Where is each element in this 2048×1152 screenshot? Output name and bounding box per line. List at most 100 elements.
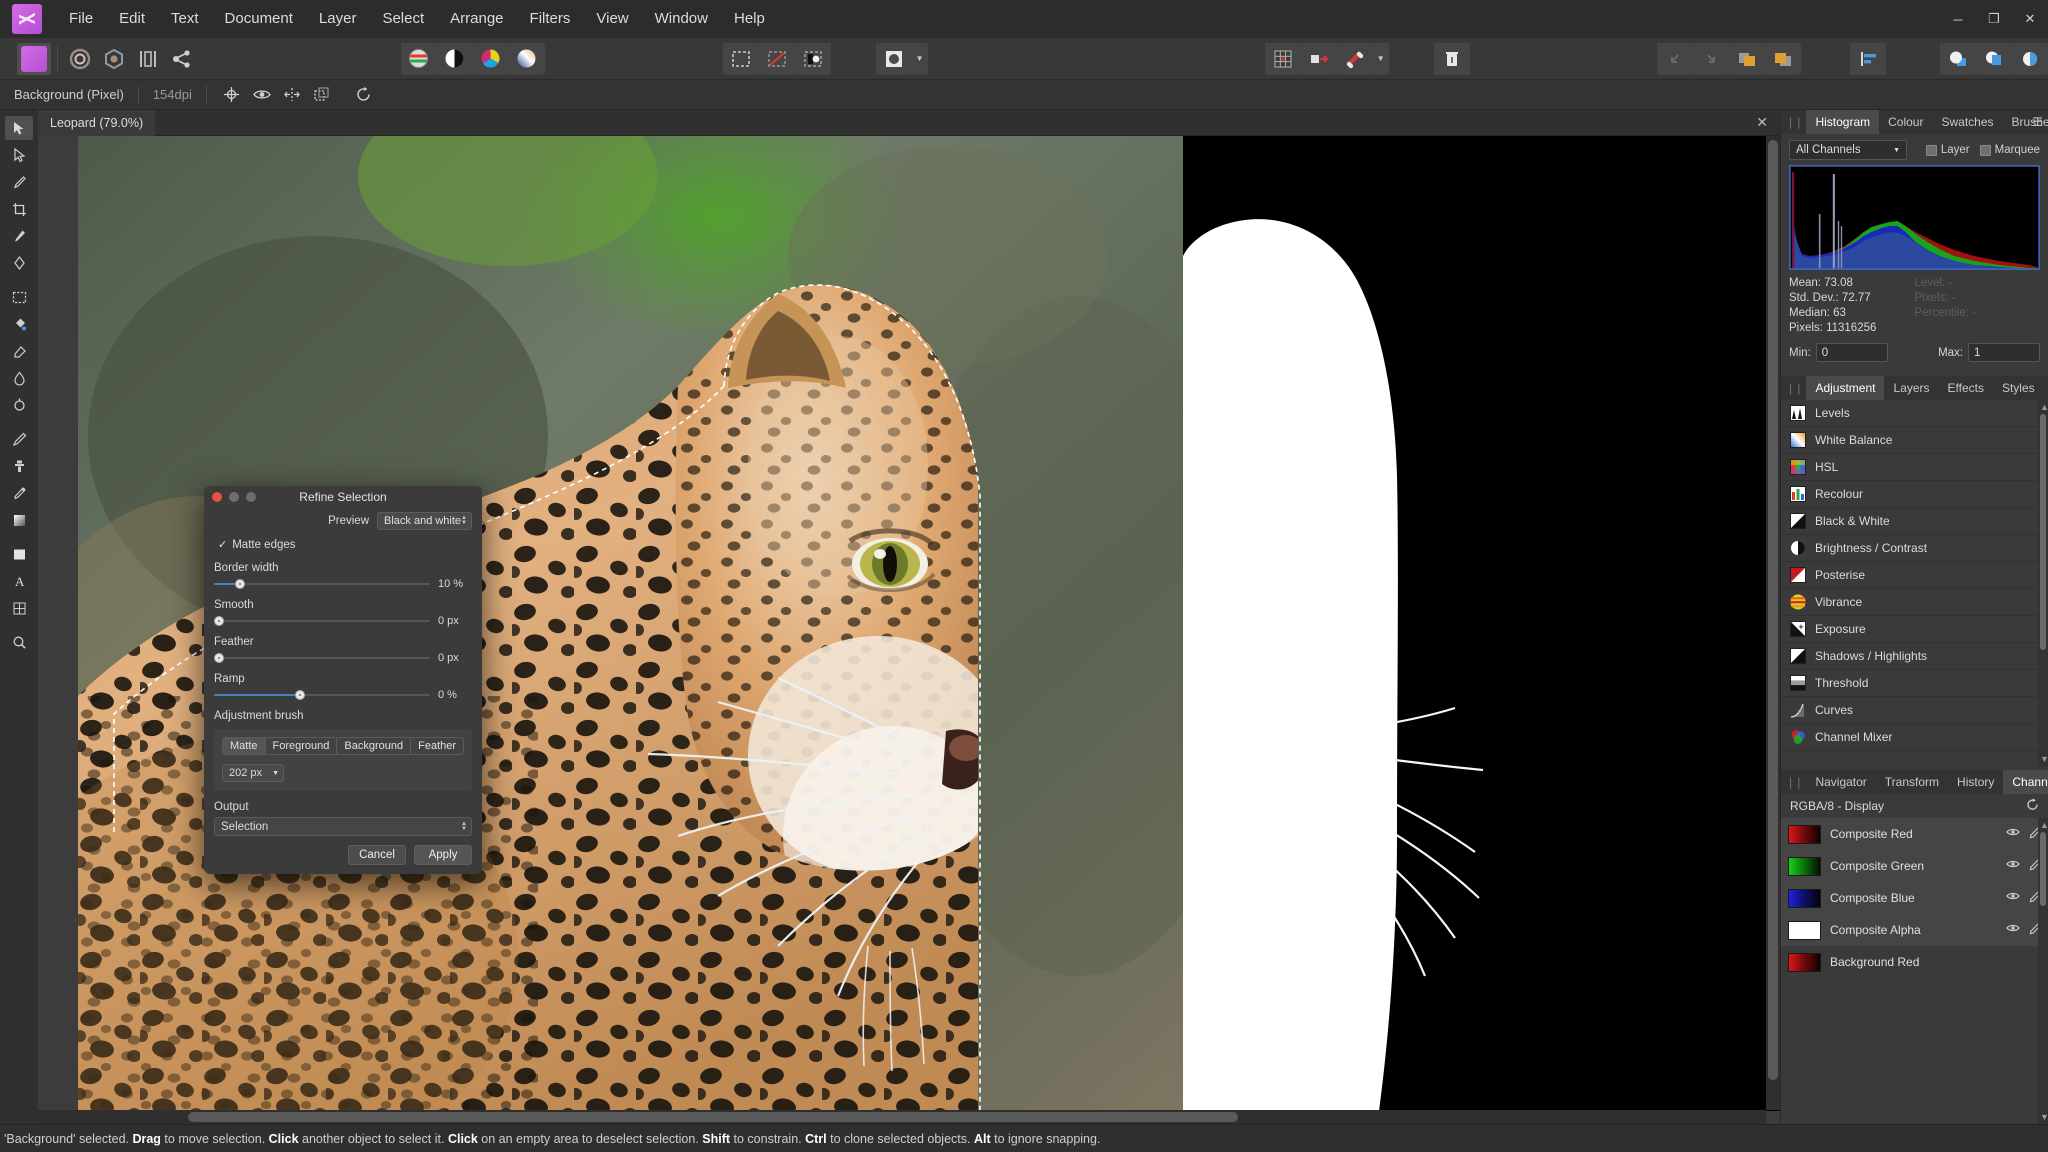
adjustment-row-posterise[interactable]: Posterise xyxy=(1781,562,2048,589)
tab-history[interactable]: History xyxy=(1948,770,2003,794)
snap-to-grid-button[interactable] xyxy=(1264,42,1301,75)
tab-channels[interactable]: Channels xyxy=(2003,770,2048,794)
snap-to-object-button[interactable] xyxy=(1300,42,1337,75)
adjustment-scroll-thumb[interactable] xyxy=(2040,414,2046,650)
vertical-scroll-thumb[interactable] xyxy=(1768,140,1778,1080)
snap-magnet-button[interactable] xyxy=(1336,42,1373,75)
menu-layer[interactable]: Layer xyxy=(306,0,370,38)
tab-swatches[interactable]: Swatches xyxy=(1932,110,2002,134)
dialog-maximize-button[interactable] xyxy=(246,492,256,502)
deselect-selection-button[interactable] xyxy=(758,42,795,75)
tool-shape[interactable] xyxy=(5,542,33,566)
panel-grip-icon[interactable]: ❘❘ xyxy=(1781,776,1806,789)
tab-colour[interactable]: Colour xyxy=(1879,110,1932,134)
tone-mapping-persona-button[interactable] xyxy=(131,43,165,75)
channel-select[interactable]: All Channels ▼ xyxy=(1789,140,1907,160)
tool-zoom[interactable] xyxy=(5,630,33,654)
tool-smudge[interactable] xyxy=(5,366,33,390)
horizontal-scroll-thumb[interactable] xyxy=(188,1112,1238,1122)
eye-icon[interactable] xyxy=(2006,827,2020,842)
contrast-wheel-button[interactable] xyxy=(436,42,473,75)
export-persona-button[interactable] xyxy=(165,43,199,75)
channels-list[interactable]: Composite Red Composite Green Composite … xyxy=(1781,818,2048,1124)
menu-file[interactable]: File xyxy=(56,0,106,38)
maximize-button[interactable]: ❐ xyxy=(1976,0,2012,38)
brush-preset-button[interactable] xyxy=(875,42,912,75)
menu-window[interactable]: Window xyxy=(642,0,721,38)
scroll-down-arrow-icon[interactable]: ▼ xyxy=(2040,754,2048,764)
duplicate-button[interactable] xyxy=(308,83,336,107)
move-tool-button[interactable] xyxy=(218,83,246,107)
adjustment-row-recolour[interactable]: Recolour xyxy=(1781,481,2048,508)
brush-size-select[interactable]: 202 px ▼ xyxy=(222,764,284,782)
tab-histogram[interactable]: Histogram xyxy=(1806,110,1880,134)
adjustment-list[interactable]: Levels White Balance HSL Recolour Black … xyxy=(1781,400,2048,766)
tab-transform[interactable]: Transform xyxy=(1876,770,1948,794)
channels-list-scrollbar[interactable]: ▲ ▼ xyxy=(2038,818,2048,1124)
menu-document[interactable]: Document xyxy=(212,0,306,38)
brush-mode-foreground[interactable]: Foreground xyxy=(266,738,338,754)
blend-options-button[interactable] xyxy=(1940,42,1977,75)
refine-selection-button[interactable] xyxy=(794,42,831,75)
adjustment-row-black-and-white[interactable]: Black & White xyxy=(1781,508,2048,535)
photo-persona-button[interactable] xyxy=(16,42,51,75)
tool-crop[interactable] xyxy=(5,197,33,221)
border-width-slider[interactable] xyxy=(214,578,430,590)
apply-button[interactable]: Apply xyxy=(414,845,472,865)
minimize-button[interactable]: ─ xyxy=(1940,0,1976,38)
smooth-value[interactable]: 0 px xyxy=(438,615,472,627)
eye-icon[interactable] xyxy=(2006,859,2020,874)
output-select[interactable]: Selection ▲ ▼ xyxy=(214,817,472,836)
slider-knob[interactable] xyxy=(295,690,306,700)
brush-mode-matte[interactable]: Matte xyxy=(223,738,266,754)
move-to-back-button[interactable] xyxy=(1729,42,1765,75)
tool-colour-picker[interactable] xyxy=(5,481,33,505)
flip-horizontal-button[interactable] xyxy=(278,83,306,107)
document-close-icon[interactable]: ✕ xyxy=(1756,114,1768,131)
blend-modes-button[interactable] xyxy=(2012,42,2048,75)
tool-blemish[interactable] xyxy=(5,427,33,451)
channel-row-composite-alpha[interactable]: Composite Alpha xyxy=(1781,914,2048,946)
tool-pen[interactable] xyxy=(5,251,33,275)
channel-row-background-red[interactable]: Background Red xyxy=(1781,946,2048,978)
slider-knob[interactable] xyxy=(234,579,245,589)
marquee-checkbox[interactable]: Marquee xyxy=(1979,144,2040,156)
tool-text[interactable]: A xyxy=(5,569,33,593)
liquify-persona-button[interactable] xyxy=(64,43,98,75)
reset-transform-button[interactable] xyxy=(350,83,378,107)
layer-checkbox[interactable]: Layer xyxy=(1925,144,1970,156)
move-back-one-button[interactable] xyxy=(1657,42,1693,75)
channel-row-composite-red[interactable]: Composite Red xyxy=(1781,818,2048,850)
scroll-up-arrow-icon[interactable]: ▲ xyxy=(2040,402,2048,412)
slider-knob[interactable] xyxy=(214,653,224,663)
gradient-button[interactable] xyxy=(508,42,545,75)
tool-paint[interactable] xyxy=(5,224,33,248)
show-preview-button[interactable] xyxy=(248,83,276,107)
menu-view[interactable]: View xyxy=(583,0,641,38)
close-button[interactable]: ✕ xyxy=(2012,0,2048,38)
feather-value[interactable]: 0 px xyxy=(438,652,472,664)
adjustment-row-vibrance[interactable]: Vibrance xyxy=(1781,589,2048,616)
adjustment-row-hsl[interactable]: HSL xyxy=(1781,454,2048,481)
border-width-value[interactable]: 10 % xyxy=(438,578,472,590)
canvas-vertical-scrollbar[interactable] xyxy=(1766,136,1780,1110)
panel-grip-icon[interactable]: ❘❘ xyxy=(1781,116,1806,129)
tool-node[interactable] xyxy=(5,143,33,167)
move-to-front-button[interactable] xyxy=(1765,42,1801,75)
marquee-selection-button[interactable] xyxy=(722,42,759,75)
canvas-horizontal-scrollbar[interactable] xyxy=(38,1110,1766,1124)
adjustment-row-exposure[interactable]: Exposure xyxy=(1781,616,2048,643)
adjustment-row-brightness-contrast[interactable]: Brightness / Contrast xyxy=(1781,535,2048,562)
tool-dodge[interactable] xyxy=(5,393,33,417)
adjustment-row-shadows-highlights[interactable]: Shadows / Highlights xyxy=(1781,643,2048,670)
tab-navigator[interactable]: Navigator xyxy=(1806,770,1875,794)
slider-knob[interactable] xyxy=(214,616,224,626)
canvas-viewport[interactable]: Refine Selection Preview Black and white… xyxy=(38,136,1780,1124)
tab-effects[interactable]: Effects xyxy=(1939,376,1993,400)
tool-brush[interactable] xyxy=(5,170,33,194)
adjustment-row-threshold[interactable]: Threshold xyxy=(1781,670,2048,697)
colour-wheel-button[interactable] xyxy=(472,42,509,75)
menu-help[interactable]: Help xyxy=(721,0,778,38)
min-input[interactable]: 0 xyxy=(1815,343,1888,362)
colour-picker-button[interactable] xyxy=(400,42,437,75)
